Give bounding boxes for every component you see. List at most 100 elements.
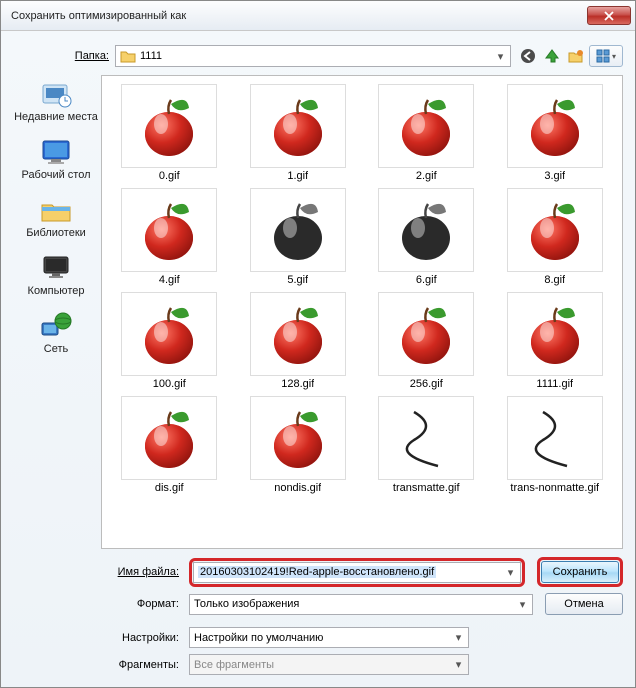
filename-label: Имя файла: [13, 566, 183, 578]
dialog-body: Папка: 1111 ▾ ▾ Недавние места [1, 31, 635, 687]
thumbnail-caption: 6.gif [416, 274, 437, 286]
cancel-button[interactable]: Отмена [545, 593, 623, 615]
file-thumbnail[interactable]: 5.gif [235, 186, 362, 288]
thumbnail-image [507, 292, 603, 376]
thumbnail-caption: dis.gif [155, 482, 184, 494]
thumbnail-image [378, 396, 474, 480]
network-icon [39, 311, 73, 341]
file-thumbnail[interactable]: 2.gif [363, 82, 490, 184]
thumbnail-caption: trans-nonmatte.gif [510, 482, 599, 494]
file-thumbnail[interactable]: transmatte.gif [363, 394, 490, 496]
thumbnail-image [121, 84, 217, 168]
thumbnail-image [121, 292, 217, 376]
view-button[interactable]: ▾ [589, 45, 623, 67]
computer-icon [39, 253, 73, 283]
thumbnail-image [250, 396, 346, 480]
sidebar-item-label: Рабочий стол [21, 169, 90, 181]
back-button[interactable] [517, 45, 539, 67]
fragments-value: Все фрагменты [194, 659, 274, 671]
save-dialog: Сохранить оптимизированный как Папка: 11… [0, 0, 636, 688]
sidebar-item-computer[interactable]: Компьютер [13, 251, 99, 299]
libraries-icon [39, 195, 73, 225]
folder-row: Папка: 1111 ▾ ▾ [13, 41, 623, 75]
titlebar: Сохранить оптимизированный как [1, 1, 635, 31]
sidebar-item-recent[interactable]: Недавние места [13, 77, 99, 125]
file-pane[interactable]: 0.gif 1.gif 2.gif 3.gif 4.gif 5.gif 6.gif 8.gif… [101, 75, 623, 549]
file-thumbnail[interactable]: 3.gif [492, 82, 619, 184]
chevron-down-icon: ▾ [493, 49, 508, 64]
thumbnail-caption: nondis.gif [274, 482, 321, 494]
up-button[interactable] [541, 45, 563, 67]
settings-combo[interactable]: Настройки по умолчанию ▾ [189, 627, 469, 648]
file-thumbnail[interactable]: 6.gif [363, 186, 490, 288]
thumbnail-image [250, 188, 346, 272]
file-thumbnail[interactable]: 1111.gif [492, 290, 619, 392]
new-folder-button[interactable] [565, 45, 587, 67]
file-thumbnail[interactable]: dis.gif [106, 394, 233, 496]
nav-icons: ▾ [517, 45, 623, 67]
filename-input[interactable]: 20160303102419!Red-apple-восстановлено.g… [193, 562, 521, 583]
back-icon [520, 48, 536, 64]
settings-label: Настройки: [13, 632, 183, 644]
file-thumbnail[interactable]: 8.gif [492, 186, 619, 288]
file-thumbnail[interactable]: trans-nonmatte.gif [492, 394, 619, 496]
thumbnail-caption: 1111.gif [536, 378, 573, 390]
file-thumbnail[interactable]: 1.gif [235, 82, 362, 184]
sidebar-item-desktop[interactable]: Рабочий стол [13, 135, 99, 183]
view-icon [596, 49, 610, 63]
thumbnail-image [121, 396, 217, 480]
thumbnail-image [121, 188, 217, 272]
folder-name: 1111 [140, 50, 162, 62]
thumbnail-image [507, 84, 603, 168]
folder-label: Папка: [67, 50, 109, 62]
chevron-down-icon: ▾ [503, 565, 518, 580]
thumbnail-image [378, 292, 474, 376]
file-thumbnail[interactable]: 100.gif [106, 290, 233, 392]
close-icon [604, 11, 614, 21]
thumbnail-caption: 5.gif [287, 274, 308, 286]
format-label: Формат: [13, 598, 183, 610]
thumbnail-caption: 0.gif [159, 170, 180, 182]
thumbnail-image [250, 292, 346, 376]
file-grid: 0.gif 1.gif 2.gif 3.gif 4.gif 5.gif 6.gif 8.gif… [106, 82, 618, 496]
thumbnail-caption: 4.gif [159, 274, 180, 286]
close-button[interactable] [587, 6, 631, 25]
thumbnail-caption: 1.gif [287, 170, 308, 182]
settings-value: Настройки по умолчанию [194, 632, 323, 644]
sidebar-item-label: Компьютер [28, 285, 85, 297]
recent-icon [39, 79, 73, 109]
desktop-icon [39, 137, 73, 167]
content-area: Недавние места Рабочий стол Библиотеки К… [13, 75, 623, 549]
filename-value: 20160303102419!Red-apple-восстановлено.g… [198, 566, 436, 578]
folder-icon [120, 49, 136, 63]
thumbnail-caption: transmatte.gif [393, 482, 460, 494]
thumbnail-image [250, 84, 346, 168]
file-thumbnail[interactable]: 0.gif [106, 82, 233, 184]
thumbnail-image [378, 188, 474, 272]
sidebar-item-libraries[interactable]: Библиотеки [13, 193, 99, 241]
thumbnail-image [507, 188, 603, 272]
save-button[interactable]: Сохранить [541, 561, 619, 583]
thumbnail-image [378, 84, 474, 168]
fragments-label: Фрагменты: [13, 659, 183, 671]
up-icon [544, 48, 560, 64]
places-sidebar: Недавние места Рабочий стол Библиотеки К… [13, 75, 99, 549]
file-thumbnail[interactable]: 256.gif [363, 290, 490, 392]
file-thumbnail[interactable]: 128.gif [235, 290, 362, 392]
file-thumbnail[interactable]: 4.gif [106, 186, 233, 288]
thumbnail-caption: 2.gif [416, 170, 437, 182]
sidebar-item-label: Сеть [44, 343, 68, 355]
new-folder-icon [568, 48, 584, 64]
chevron-down-icon: ▾ [612, 52, 616, 61]
thumbnail-image [507, 396, 603, 480]
thumbnail-caption: 256.gif [410, 378, 443, 390]
thumbnail-caption: 3.gif [544, 170, 565, 182]
format-combo[interactable]: Только изображения ▾ [189, 594, 533, 615]
file-thumbnail[interactable]: nondis.gif [235, 394, 362, 496]
sidebar-item-network[interactable]: Сеть [13, 309, 99, 357]
thumbnail-caption: 8.gif [544, 274, 565, 286]
chevron-down-icon: ▾ [515, 597, 530, 612]
chevron-down-icon: ▾ [451, 657, 466, 672]
sidebar-item-label: Библиотеки [26, 227, 86, 239]
folder-combo[interactable]: 1111 ▾ [115, 45, 511, 67]
